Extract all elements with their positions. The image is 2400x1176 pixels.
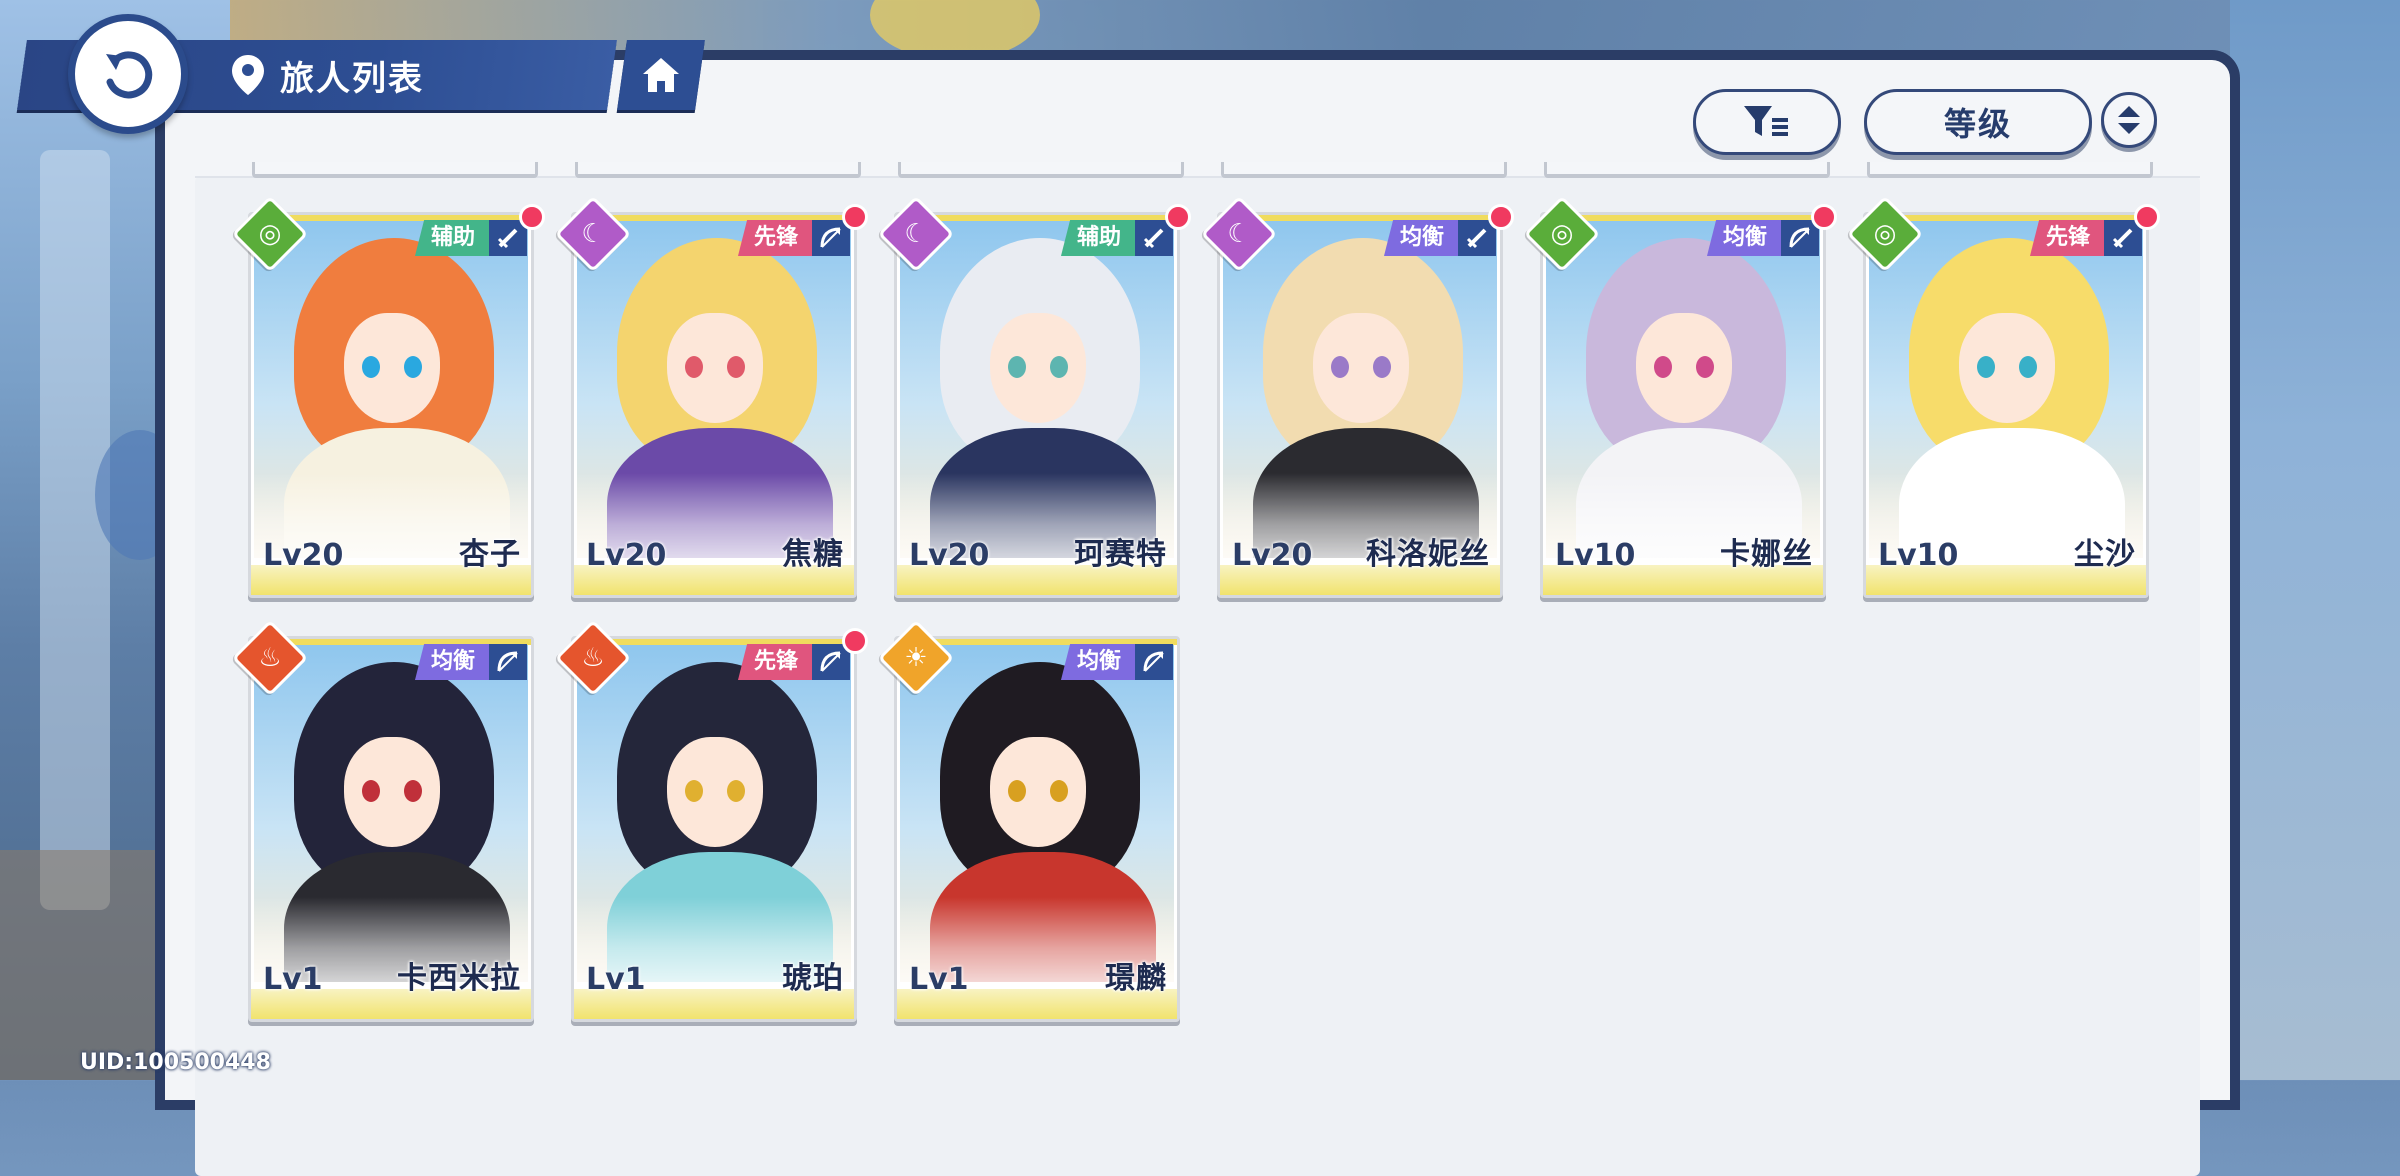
notification-dot xyxy=(519,204,545,230)
character-name: 焦糖 xyxy=(782,537,844,572)
character-card[interactable]: 先锋 ♨ Lv1 琥珀 xyxy=(554,619,868,1022)
character-card[interactable]: 均衡 ◎ Lv10 卡娜丝 xyxy=(1523,195,1837,598)
page-title-text: 旅人列表 xyxy=(280,58,424,99)
character-portrait xyxy=(254,218,528,558)
notification-dot xyxy=(1165,204,1191,230)
character-level: Lv10 xyxy=(1878,538,1959,573)
character-level: Lv20 xyxy=(909,538,990,573)
character-level: Lv1 xyxy=(909,962,969,997)
role-badge: 均衡 xyxy=(1383,220,1460,256)
background-right xyxy=(2230,0,2400,1080)
character-portrait xyxy=(1546,218,1820,558)
character-name: 珂赛特 xyxy=(1074,537,1167,572)
page-title: 旅人列表 xyxy=(230,45,424,105)
character-name: 琥珀 xyxy=(782,961,844,996)
notification-dot xyxy=(842,628,868,654)
role-badge: 先锋 xyxy=(2029,220,2106,256)
filter-icon xyxy=(1744,106,1788,136)
character-portrait xyxy=(577,218,851,558)
character-portrait xyxy=(254,642,528,982)
card-partial[interactable] xyxy=(1867,162,2153,178)
notification-dot xyxy=(1811,204,1837,230)
character-portrait xyxy=(1223,218,1497,558)
character-name: 卡西米拉 xyxy=(397,961,521,996)
back-arrow-icon xyxy=(106,51,153,99)
notification-dot xyxy=(842,204,868,230)
character-card[interactable]: 均衡 ☀ Lv1 璟麟 xyxy=(877,619,1180,1022)
notification-dot xyxy=(1488,204,1514,230)
role-badge: 均衡 xyxy=(1060,644,1137,680)
sort-order-icon xyxy=(2118,106,2140,134)
role-badge: 均衡 xyxy=(1706,220,1783,256)
role-badge: 辅助 xyxy=(414,220,491,256)
role-badge: 辅助 xyxy=(1060,220,1137,256)
character-card[interactable]: 先锋 ◎ Lv10 尘沙 xyxy=(1846,195,2160,598)
character-level: Lv20 xyxy=(1232,538,1313,573)
character-name: 尘沙 xyxy=(2074,537,2136,572)
sort-order-button[interactable] xyxy=(2101,92,2157,148)
card-partial[interactable] xyxy=(1221,162,1507,178)
character-name: 璟麟 xyxy=(1105,961,1167,996)
character-name: 科洛妮丝 xyxy=(1366,537,1490,572)
character-level: Lv1 xyxy=(263,962,323,997)
character-card[interactable]: 均衡 ☾ Lv20 科洛妮丝 xyxy=(1200,195,1514,598)
card-partial[interactable] xyxy=(1544,162,1830,178)
card-partial[interactable] xyxy=(252,162,538,178)
location-pin-icon xyxy=(232,55,264,95)
character-level: Lv20 xyxy=(586,538,667,573)
character-card[interactable]: 辅助 ◎ Lv20 杏子 xyxy=(231,195,545,598)
sort-dropdown[interactable]: 等级 xyxy=(1864,89,2092,155)
character-card[interactable]: 辅助 ☾ Lv20 珂赛特 xyxy=(877,195,1191,598)
bow-icon xyxy=(1135,644,1173,680)
character-portrait xyxy=(900,642,1174,982)
role-badge: 均衡 xyxy=(414,644,491,680)
character-card[interactable]: 先锋 ☾ Lv20 焦糖 xyxy=(554,195,868,598)
role-badge: 先锋 xyxy=(737,220,814,256)
bow-icon xyxy=(489,644,527,680)
back-button[interactable] xyxy=(68,14,188,134)
home-icon xyxy=(643,58,679,92)
character-name: 卡娜丝 xyxy=(1720,537,1813,572)
character-level: Lv1 xyxy=(586,962,646,997)
card-partial[interactable] xyxy=(898,162,1184,178)
character-level: Lv20 xyxy=(263,538,344,573)
filter-button[interactable] xyxy=(1693,89,1841,155)
uid-label: UID:100500448 xyxy=(80,1050,271,1075)
character-name: 杏子 xyxy=(459,537,521,572)
character-portrait xyxy=(1869,218,2143,558)
home-button[interactable] xyxy=(617,40,705,110)
sort-label: 等级 xyxy=(1943,105,2012,143)
role-badge: 先锋 xyxy=(737,644,814,680)
character-portrait xyxy=(577,642,851,982)
character-level: Lv10 xyxy=(1555,538,1636,573)
character-card[interactable]: 均衡 ♨ Lv1 卡西米拉 xyxy=(231,619,534,1022)
notification-dot xyxy=(2134,204,2160,230)
character-portrait xyxy=(900,218,1174,558)
card-partial[interactable] xyxy=(575,162,861,178)
